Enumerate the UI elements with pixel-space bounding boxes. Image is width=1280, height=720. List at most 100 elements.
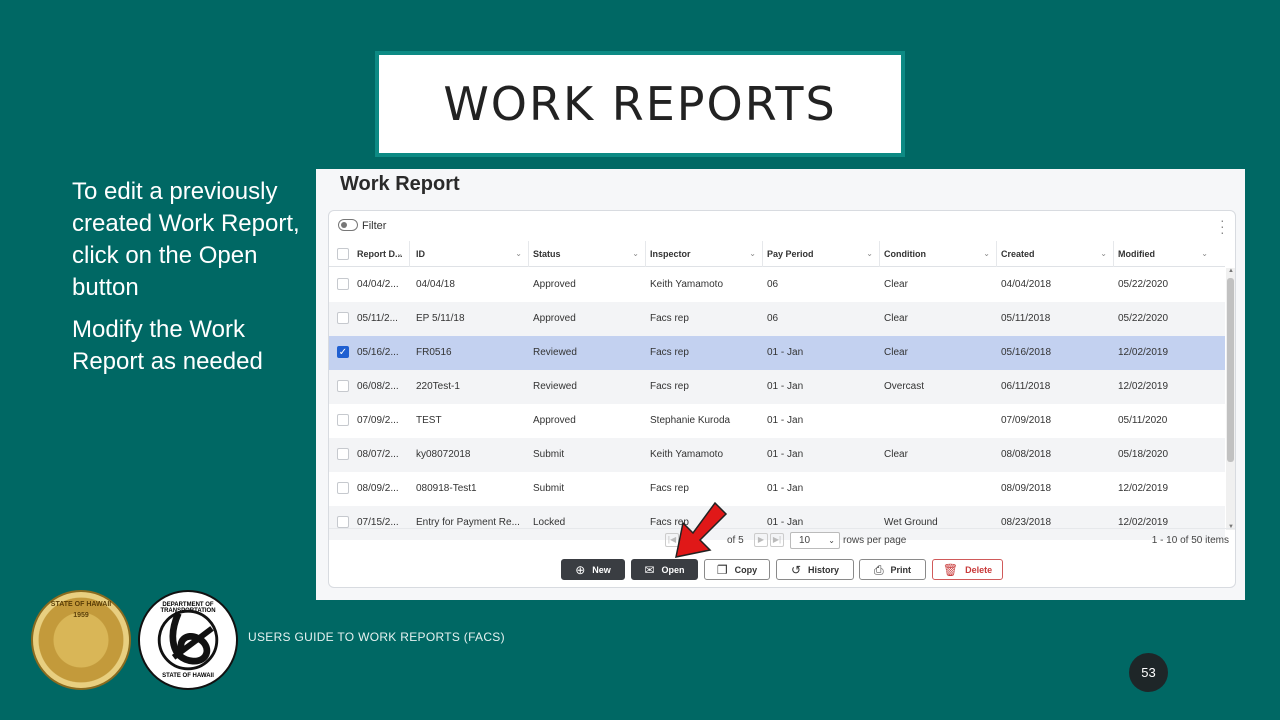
cell-condition: Overcast [884, 381, 925, 392]
cell-condition [880, 472, 995, 506]
cell-status: Approved [533, 279, 576, 290]
table-row[interactable]: 05/11/2... EP 5/11/18 Approved Facs rep 06 Cl… [329, 302, 1225, 336]
dot-seal: DEPARTMENT OF TRANSPORTATION STATE OF HA… [138, 590, 238, 690]
filter-toggle[interactable] [338, 219, 358, 231]
chevron-down-icon: ⌄ [828, 536, 835, 545]
filter-label: Filter [362, 220, 387, 232]
cell-date: 05/11/2... [357, 313, 398, 324]
table-header: Report D... ⌄ ID ⌄ Status ⌄ Inspector ⌄ Pay … [329, 241, 1225, 267]
chevron-down-icon: ⌄ [983, 249, 990, 258]
page-title: Work Report [340, 173, 460, 195]
cell-modified: 05/18/2020 [1118, 449, 1169, 460]
scroll-thumb[interactable] [1227, 278, 1234, 462]
cell-id: TEST [416, 415, 442, 426]
table-row[interactable]: 04/04/2... 04/04/18 Approved Keith Yamamoto… [329, 268, 1225, 302]
items-count: 1 - 10 of 50 items [1151, 535, 1229, 546]
cell-status: Reviewed [533, 381, 577, 392]
cell-id: FR0516 [416, 347, 452, 358]
select-all-checkbox[interactable] [337, 248, 349, 260]
column-header-status[interactable]: Status ⌄ [529, 241, 646, 267]
scroll-up-icon[interactable]: ▲ [1227, 268, 1235, 274]
chevron-down-icon: ⌄ [1201, 249, 1208, 258]
print-button[interactable]: ⎙ Print [859, 559, 926, 580]
cell-date: 07/09/2... [357, 415, 399, 426]
chevron-down-icon: ⌄ [1100, 249, 1107, 258]
cell-id: 04/04/18 [416, 279, 455, 290]
cell-pay-period: 01 - Jan [767, 381, 804, 392]
plus-circle-icon: ⊕ [575, 562, 586, 577]
cell-condition: Clear [884, 279, 908, 290]
cell-pay-period: 01 - Jan [767, 415, 804, 426]
cell-condition: Clear [884, 347, 908, 358]
table-row[interactable]: 06/08/2... 220Test-1 Reviewed Facs rep 01 - … [329, 370, 1225, 404]
row-checkbox[interactable] [337, 312, 349, 324]
trash-icon: 🗑 [942, 562, 959, 577]
cell-inspector: Facs rep [650, 313, 689, 324]
cell-pay-period: 06 [767, 313, 779, 324]
table-row[interactable]: 08/07/2... ky08072018 Submit Keith Yamamoto… [329, 438, 1225, 472]
next-page-icon[interactable]: ▶ [754, 533, 768, 547]
row-checkbox[interactable]: ✓ [337, 346, 349, 358]
row-checkbox[interactable] [337, 278, 349, 290]
cell-date: 06/08/2... [357, 381, 399, 392]
column-header-report-date[interactable]: Report D... ⌄ [353, 241, 410, 267]
row-checkbox[interactable] [337, 516, 349, 528]
cell-status: Submit [533, 449, 565, 460]
column-header-inspector[interactable]: Inspector ⌄ [646, 241, 763, 267]
cell-date: 08/07/2... [357, 449, 399, 460]
table-scrollbar[interactable]: ▲ ▼ [1226, 268, 1235, 530]
red-pointer-arrow-icon [675, 501, 728, 558]
cell-inspector: Keith Yamamoto [650, 279, 724, 290]
app-screenshot: Work Report Filter · · · Report D... ⌄ ID ⌄ … [316, 169, 1245, 600]
chevron-down-icon: ⌄ [749, 249, 756, 258]
filter-bar: Filter · · · [329, 211, 1235, 239]
history-button[interactable]: ↺ History [776, 559, 854, 580]
column-header-pay-period[interactable]: Pay Period ⌄ [763, 241, 880, 267]
column-header-id[interactable]: ID ⌄ [412, 241, 529, 267]
cell-created: 07/09/2018 [1001, 415, 1052, 426]
more-options-icon[interactable]: · · · [1220, 213, 1225, 239]
printer-icon: ⎙ [873, 562, 884, 577]
cell-pay-period: 06 [767, 279, 779, 290]
table-row[interactable]: 07/09/2... TEST Approved Stephanie Kuroda 01… [329, 404, 1225, 438]
table-row[interactable]: ✓ 05/16/2... FR0516 Reviewed Facs rep 01 - Ja… [329, 336, 1225, 370]
cell-condition: Clear [884, 449, 908, 460]
row-checkbox[interactable] [337, 448, 349, 460]
rows-per-page-select[interactable]: 10 ⌄ [790, 532, 840, 549]
pagination: |◀ ◀ of 5 ▶ ▶| 10⌄ rows per page 1 - 10 … [329, 528, 1235, 552]
cell-pay-period: 01 - Jan [767, 347, 804, 358]
cell-created: 08/09/2018 [1001, 483, 1052, 494]
cell-id: 220Test-1 [416, 381, 460, 392]
row-checkbox[interactable] [337, 380, 349, 392]
chevron-down-icon: ⌄ [396, 249, 403, 258]
cell-created: 08/08/2018 [1001, 449, 1052, 460]
row-checkbox[interactable] [337, 414, 349, 426]
new-button[interactable]: ⊕ New [561, 559, 625, 580]
slide-title-box: WORK REPORTS [375, 51, 905, 157]
cell-status: Approved [533, 415, 576, 426]
cell-pay-period: 01 - Jan [767, 449, 804, 460]
cell-modified: 05/22/2020 [1118, 279, 1169, 290]
instructions: To edit a previously created Work Report… [72, 176, 312, 388]
cell-id: 080918-Test1 [416, 483, 477, 494]
cell-condition [880, 404, 995, 438]
chevron-down-icon: ⌄ [632, 249, 639, 258]
row-checkbox[interactable] [337, 482, 349, 494]
delete-button[interactable]: 🗑 Delete [932, 559, 1003, 580]
column-header-condition[interactable]: Condition ⌄ [880, 241, 997, 267]
table-row[interactable]: 08/09/2... 080918-Test1 Submit Facs rep 01 -… [329, 472, 1225, 506]
cell-date: 08/09/2... [357, 483, 399, 494]
last-page-icon[interactable]: ▶| [770, 533, 784, 547]
column-header-created[interactable]: Created ⌄ [997, 241, 1114, 267]
cell-date: 05/16/2... [357, 347, 399, 358]
cell-inspector: Facs rep [650, 381, 689, 392]
instruction-1: To edit a previously created Work Report… [72, 178, 300, 301]
cell-modified: 12/02/2019 [1118, 483, 1169, 494]
history-icon: ↺ [790, 562, 802, 577]
cell-created: 05/16/2018 [1001, 347, 1052, 358]
instruction-2: Modify the Work Report as needed [72, 316, 263, 375]
work-report-grid: Filter · · · Report D... ⌄ ID ⌄ Status ⌄ Insp… [328, 210, 1236, 588]
column-header-modified[interactable]: Modified ⌄ [1114, 241, 1214, 267]
footer-text: USERS GUIDE TO WORK REPORTS (FACS) [248, 630, 505, 644]
cell-id: EP 5/11/18 [416, 313, 465, 324]
